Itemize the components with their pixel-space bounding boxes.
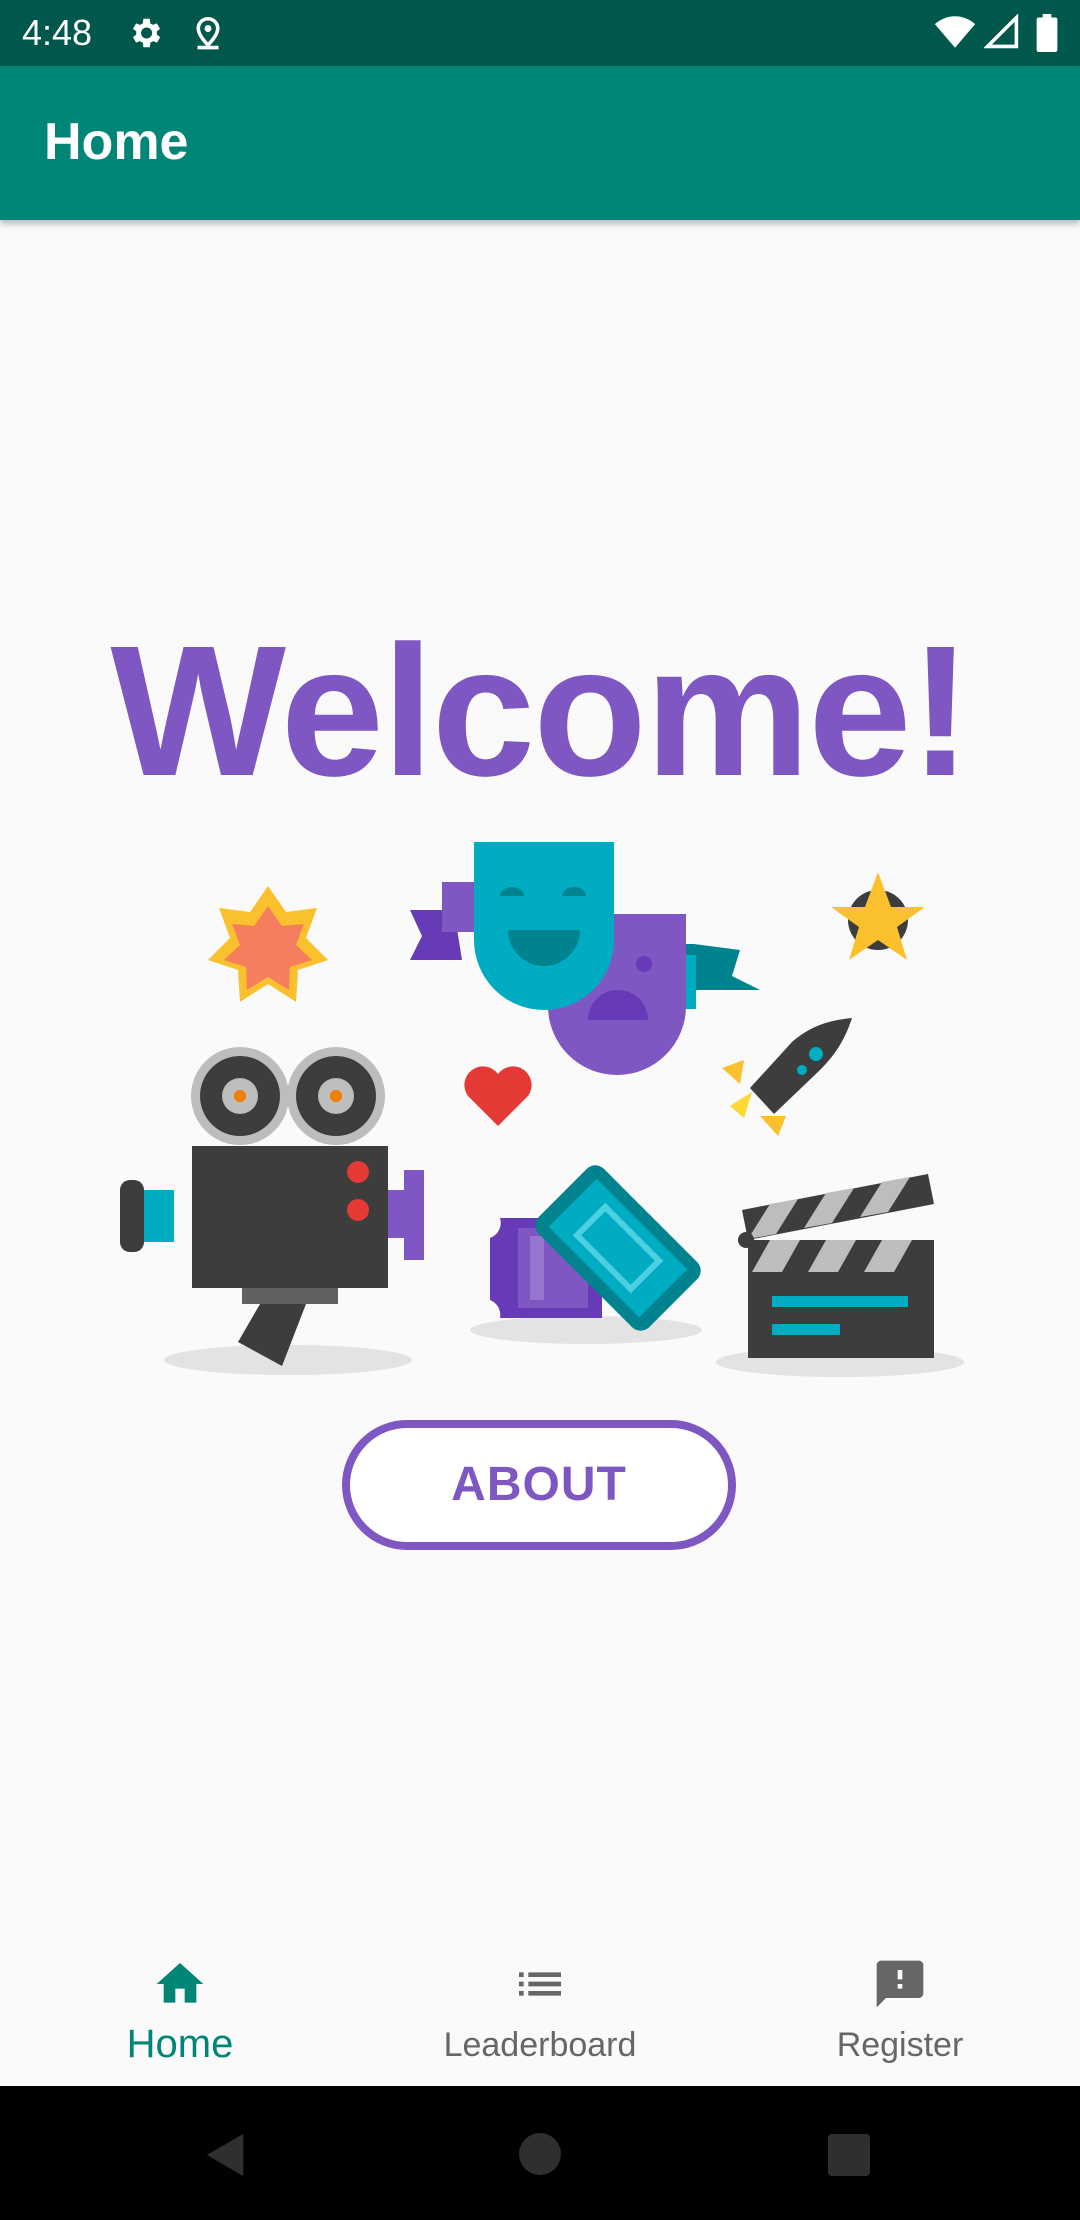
signal-icon xyxy=(984,14,1019,49)
star-icon xyxy=(831,872,925,960)
list-icon xyxy=(519,1972,561,1996)
nav-label-register: Register xyxy=(836,2026,964,2064)
home-icon xyxy=(156,1963,204,2003)
bottom-navigation: Home Leaderboard Register xyxy=(0,1930,1080,2086)
nav-item-register[interactable]: Register xyxy=(720,1930,1080,2086)
nav-label-leaderboard: Leaderboard xyxy=(443,2026,637,2064)
clapperboard-icon xyxy=(738,1174,934,1358)
back-icon[interactable] xyxy=(204,2132,248,2178)
heart-icon xyxy=(464,1066,532,1126)
page-title: Home xyxy=(44,113,189,171)
about-button[interactable]: ABOUT xyxy=(342,1420,736,1550)
rocket-icon xyxy=(722,1018,852,1136)
gear-icon xyxy=(132,18,161,48)
nav-item-home[interactable]: Home xyxy=(0,1930,360,2086)
nav-item-leaderboard[interactable]: Leaderboard xyxy=(360,1930,720,2086)
battery-icon xyxy=(1036,14,1058,52)
status-time: 4:48 xyxy=(22,12,93,53)
film-camera-icon xyxy=(120,1047,424,1366)
nav-label-home: Home xyxy=(126,2022,234,2066)
movie-illustration xyxy=(120,842,964,1377)
status-bar: 4:48 xyxy=(0,0,1080,66)
welcome-heading: Welcome! xyxy=(110,608,971,815)
feedback-icon xyxy=(876,1960,924,2008)
tickets-icon xyxy=(490,1165,701,1331)
theater-masks-icon xyxy=(410,842,760,1075)
starburst-icon xyxy=(208,886,328,1002)
system-navigation-bar xyxy=(0,2086,1080,2220)
recents-icon[interactable] xyxy=(828,2134,870,2176)
app-bar: Home xyxy=(0,66,1080,220)
wifi-icon xyxy=(934,16,976,48)
location-icon xyxy=(196,16,220,50)
home-circle-icon[interactable] xyxy=(518,2132,562,2176)
